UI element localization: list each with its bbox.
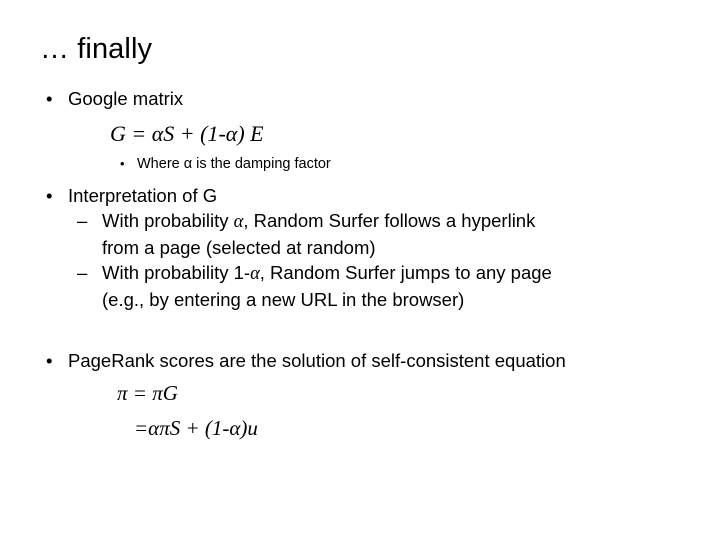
bullet-dot-icon: • (120, 156, 125, 171)
bullet-google-matrix: • Google matrix (0, 86, 720, 111)
slide-canvas: … finally • Google matrix G = αS + (1-α)… (0, 0, 720, 540)
bullet-dot-icon: • (46, 88, 53, 109)
equation-pagerank-1: π = πG (117, 379, 720, 408)
dash-item-jump-line2: (e.g., by entering a new URL in the brow… (102, 289, 465, 310)
dash-line1-suffix: , Random Surfer follows a hyperlink (243, 210, 536, 231)
dash-item-hyperlink: – With probability α, Random Surfer foll… (0, 208, 720, 260)
bullet-google-matrix-label: Google matrix (68, 88, 184, 109)
bullet-interpretation: • Interpretation of G (0, 183, 720, 208)
alpha-symbol: α (250, 264, 260, 284)
equation-google-matrix: G = αS + (1-α) E (110, 119, 720, 148)
dash-marker-icon: – (77, 210, 88, 231)
subbullet-damping-factor-label: Where α is the damping factor (137, 156, 331, 172)
bullet-interpretation-label: Interpretation of G (68, 185, 218, 206)
bullet-pagerank-label: PageRank scores are the solution of self… (68, 350, 566, 371)
dash-line1-suffix: , Random Surfer jumps to any page (259, 262, 552, 283)
equation-pagerank-2-text: =απS + (1-α)u (134, 416, 258, 440)
alpha-symbol: α (233, 212, 244, 232)
subbullet-damping-factor: • Where α is the damping factor (0, 154, 720, 174)
page-title: … finally (40, 33, 153, 65)
equation-google-matrix-text: G = αS + (1-α) E (110, 121, 264, 146)
equation-pagerank-1-text: π = πG (117, 381, 178, 405)
bullet-dot-icon: • (46, 350, 53, 371)
dash-item-hyperlink-line2: from a page (selected at random) (102, 237, 376, 258)
dash-item-jump-line1: With probability 1-α, Random Surfer jump… (102, 260, 720, 287)
dash-item-hyperlink-line1: With probability α, Random Surfer follow… (102, 208, 720, 235)
dash-line1-prefix: With probability (102, 210, 234, 231)
bullet-dot-icon: • (46, 185, 53, 206)
equation-pagerank-2: =απS + (1-α)u (134, 414, 720, 443)
dash-item-jump: – With probability 1-α, Random Surfer ju… (0, 260, 720, 312)
dash-marker-icon: – (77, 262, 88, 283)
bullet-pagerank: • PageRank scores are the solution of se… (0, 348, 720, 373)
dash-line1-prefix: With probability 1- (102, 262, 251, 283)
slide-body: • Google matrix G = αS + (1-α) E • Where… (0, 86, 720, 443)
